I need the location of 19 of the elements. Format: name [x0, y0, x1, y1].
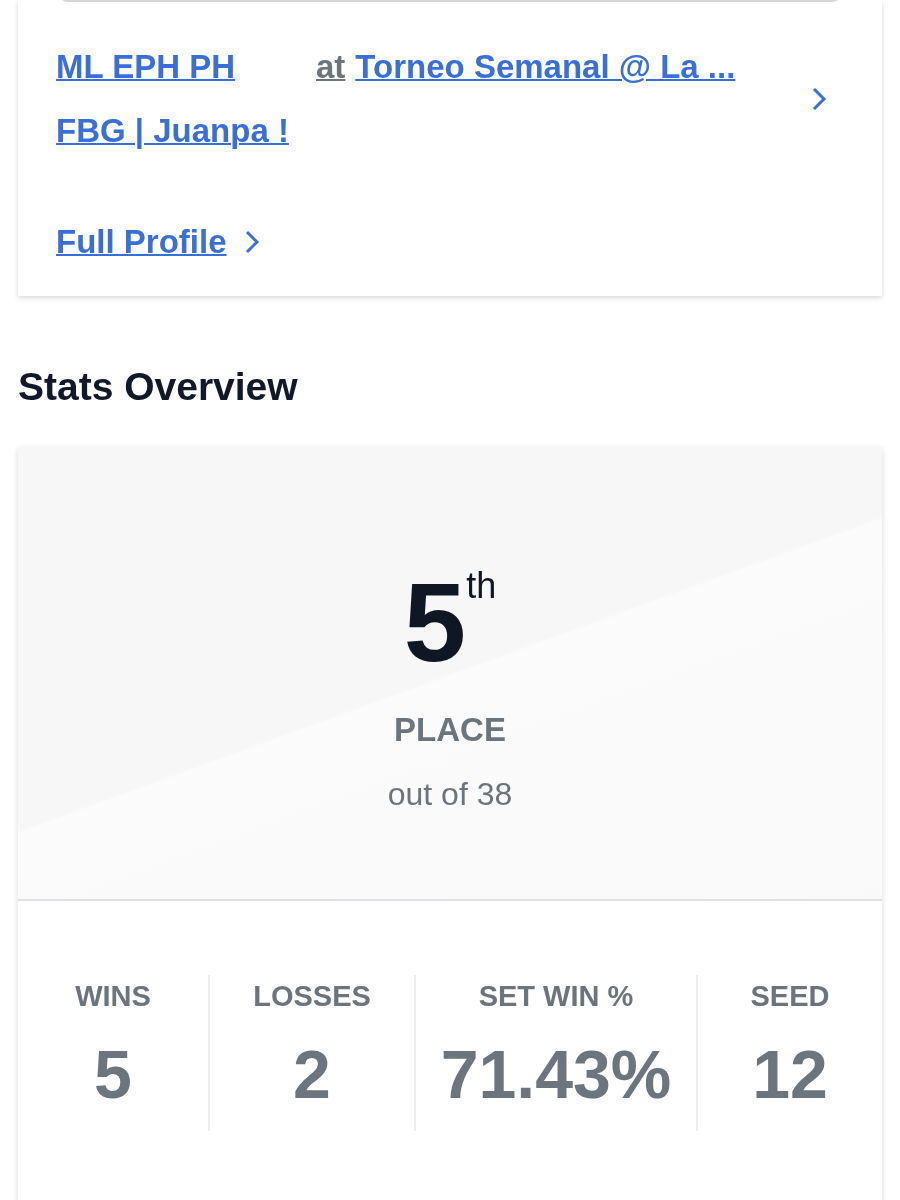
event-link[interactable]: Torneo Semanal @ La ... — [355, 42, 736, 92]
participant-count: out of 38 — [387, 775, 513, 814]
stat-label: WINS — [75, 978, 151, 1014]
stat-label: SEED — [750, 978, 830, 1014]
place-label: PLACE — [394, 709, 506, 750]
stat-value: 5 — [94, 1040, 132, 1108]
stat-label: LOSSES — [253, 978, 371, 1014]
rank-suffix: th — [466, 563, 497, 606]
full-profile-link[interactable]: Full Profile — [56, 217, 227, 267]
stat-label: SET WIN % — [478, 978, 634, 1014]
at-text: at — [316, 47, 346, 87]
stat-value: 12 — [752, 1040, 828, 1108]
stat-value: 2 — [293, 1040, 331, 1108]
player-link[interactable]: ML EPH PH — [56, 42, 236, 92]
section-title: Stats Overview — [18, 364, 299, 410]
stat-value: 71.43% — [440, 1040, 672, 1108]
player-link[interactable]: FBG | Juanpa ! — [56, 105, 289, 155]
chevron-right-icon[interactable] — [810, 85, 828, 112]
place-rank: 5 — [403, 566, 467, 679]
